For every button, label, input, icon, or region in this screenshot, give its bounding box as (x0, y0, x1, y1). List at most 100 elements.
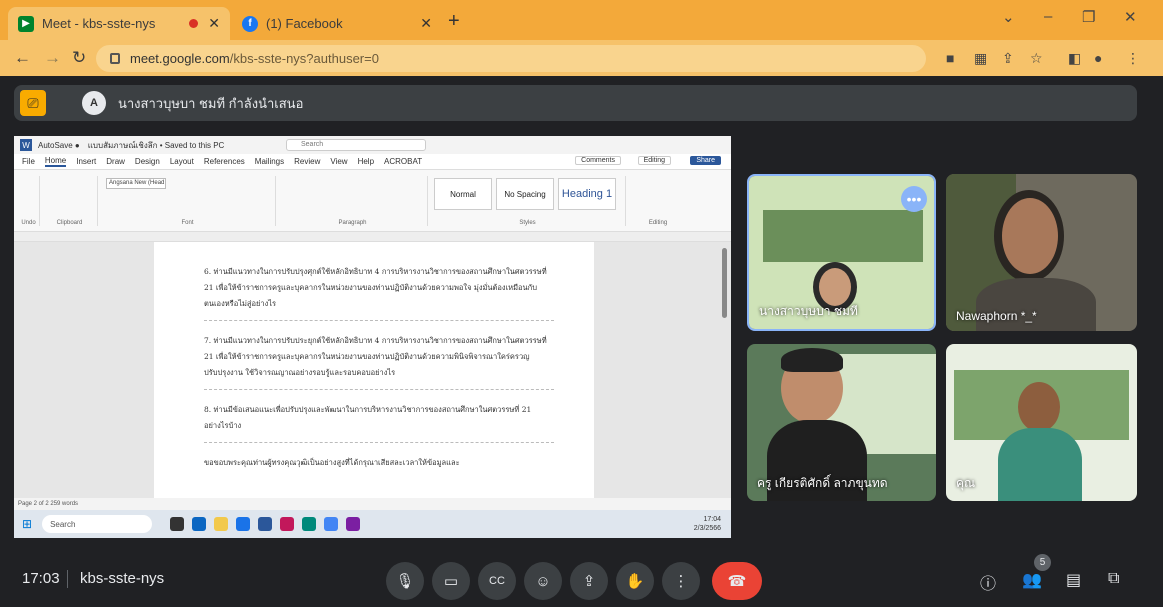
ribbon-label-styles: Styles (519, 220, 536, 226)
translate-icon[interactable]: ▦ (974, 50, 987, 67)
person-body (976, 278, 1096, 331)
participant-tile[interactable]: Nawaphorn *_* (946, 174, 1137, 331)
document-canvas: 6. ท่านมีแนวทางในการปรับปรุงศุกต์ใช้หลัก… (14, 242, 731, 510)
meeting-details-icon[interactable]: ⓘ (980, 570, 996, 594)
word-ribbon: Undo Clipboard Angsana New (Head Font Pa… (14, 170, 731, 232)
raise-hand-button[interactable]: ✋ (616, 562, 654, 600)
ribbon-label-clipboard: Clipboard (56, 220, 83, 226)
taskview-icon[interactable] (170, 517, 185, 531)
ribbon-label-font: Font (181, 220, 194, 226)
ribbon-group-undo: Undo (18, 176, 40, 226)
side-panel-icon[interactable]: ◧ (1068, 50, 1081, 67)
ribbon-group-font: Font (100, 176, 276, 226)
url-host: meet.google.com (130, 51, 230, 66)
participant-tile[interactable]: คุณ (946, 344, 1137, 501)
tab-facebook-title: (1) Facebook (266, 16, 343, 31)
hand-icon: ✋ (625, 573, 645, 590)
restore-button[interactable]: ❐ (1082, 8, 1095, 26)
url-input[interactable]: meet.google.com/kbs-sste-nys?authuser=0 (96, 45, 926, 72)
recording-dot-icon (189, 19, 199, 28)
more-options-button[interactable]: ⋮ (662, 562, 700, 600)
meeting-code: kbs-sste-nys (80, 570, 165, 587)
menu-help[interactable]: Help (358, 157, 374, 166)
profile-avatar-icon[interactable]: ● (1094, 50, 1102, 66)
captions-button[interactable]: CC (478, 562, 516, 600)
edge-icon[interactable] (192, 517, 207, 531)
new-tab-button[interactable]: + (448, 10, 460, 33)
tab-facebook[interactable]: f (1) Facebook ✕ (232, 7, 442, 40)
app-icon[interactable] (280, 517, 295, 531)
leave-call-button[interactable]: ☎ (712, 562, 762, 600)
app-icon[interactable] (324, 517, 339, 531)
menu-review[interactable]: Review (294, 157, 320, 166)
people-icon[interactable]: 👥 (1022, 570, 1042, 590)
document-scrollbar[interactable] (722, 248, 727, 318)
stop-presenting-icon[interactable]: ⎚ (20, 90, 46, 116)
menu-acrobat[interactable]: ACROBAT (384, 157, 422, 166)
microphone-button[interactable]: 🎙 (386, 562, 424, 600)
word-search-box[interactable]: Search (286, 139, 426, 151)
menu-home[interactable]: Home (44, 156, 67, 167)
facebook-favicon-icon: f (242, 15, 258, 32)
explorer-icon[interactable] (214, 517, 229, 531)
word-logo-icon: W (20, 139, 32, 151)
microphone-icon: 🎙 (395, 573, 415, 590)
menu-file[interactable]: File (22, 157, 35, 166)
forward-button[interactable]: → (44, 48, 61, 68)
word-menu-bar: File Home Insert Draw Design Layout Refe… (14, 154, 731, 170)
close-tab-icon[interactable]: ✕ (420, 15, 432, 32)
activities-icon[interactable]: ⧉ (1108, 570, 1119, 588)
camera-button[interactable]: ▭ (432, 562, 470, 600)
app-icon[interactable] (346, 517, 361, 531)
present-button[interactable]: ⇪ (570, 562, 608, 600)
ribbon-group-clipboard: Clipboard (42, 176, 98, 226)
menu-mailings[interactable]: Mailings (255, 157, 284, 166)
presenter-avatar: A (82, 91, 106, 115)
camera-in-use-icon[interactable]: ■ (946, 50, 954, 66)
word-share-button[interactable]: Share (690, 156, 721, 165)
menu-insert[interactable]: Insert (76, 157, 96, 166)
shared-screen: W AutoSave ● แบบสัมภาษณ์เชิงลึก • Saved … (14, 136, 731, 538)
more-options-icon[interactable]: ••• (901, 186, 927, 212)
bookmark-star-icon[interactable]: ☆ (1030, 50, 1043, 67)
reload-button[interactable]: ↻ (72, 48, 86, 68)
dotted-separator (204, 320, 554, 321)
chrome-menu-icon[interactable]: ⋮ (1126, 50, 1140, 67)
editing-button[interactable]: Editing (637, 156, 671, 165)
participant-tile[interactable]: ••• นางสาวบุษบา ชมที (747, 174, 936, 331)
presenting-banner: ⎚ A นางสาวบุษบา ชมที กำลังนำเสนอ (14, 85, 1137, 121)
taskbar-search[interactable]: Search (42, 515, 153, 533)
menu-design[interactable]: Design (135, 157, 160, 166)
close-window-button[interactable]: ✕ (1124, 8, 1137, 26)
participant-tile[interactable]: ครู เกียรติศักดิ์ ลาภขุนทด (747, 344, 936, 501)
person-face (1018, 382, 1060, 432)
chat-icon[interactable]: ▤ (1066, 570, 1081, 590)
meet-favicon-icon: ▶ (18, 15, 34, 32)
word-icon[interactable] (258, 517, 273, 531)
back-button[interactable]: ← (14, 48, 31, 68)
menu-layout[interactable]: Layout (170, 157, 194, 166)
menu-view[interactable]: View (330, 157, 347, 166)
minimize-button[interactable]: – (1044, 8, 1052, 25)
document-page[interactable]: 6. ท่านมีแนวทางในการปรับปรุงศุกต์ใช้หลัก… (154, 242, 594, 510)
autosave-toggle[interactable]: AutoSave ● (38, 141, 80, 150)
app-icon[interactable] (302, 517, 317, 531)
tray-time: 17:04 (703, 516, 721, 523)
share-icon[interactable]: ⇪ (1002, 50, 1014, 67)
dotted-separator (204, 389, 554, 390)
captions-icon: CC (489, 575, 505, 587)
more-vert-icon: ⋮ (673, 573, 689, 590)
ribbon-group-paragraph: Paragraph (278, 176, 428, 226)
tab-meet[interactable]: ▶ Meet - kbs-sste-nys ✕ (8, 7, 230, 40)
menu-draw[interactable]: Draw (106, 157, 125, 166)
reactions-button[interactable]: ☺ (524, 562, 562, 600)
close-tab-icon[interactable]: ✕ (208, 15, 220, 32)
windows-start-icon[interactable]: ⊞ (22, 517, 32, 531)
comments-button[interactable]: Comments (575, 156, 621, 165)
menu-references[interactable]: References (204, 157, 245, 166)
chrome-icon[interactable] (236, 517, 251, 531)
taskbar-apps (170, 517, 361, 531)
ribbon-group-editing: Editing (628, 176, 688, 226)
tab-search-chevron-icon[interactable]: ⌄ (1002, 8, 1015, 26)
end-call-icon: ☎ (727, 573, 747, 590)
